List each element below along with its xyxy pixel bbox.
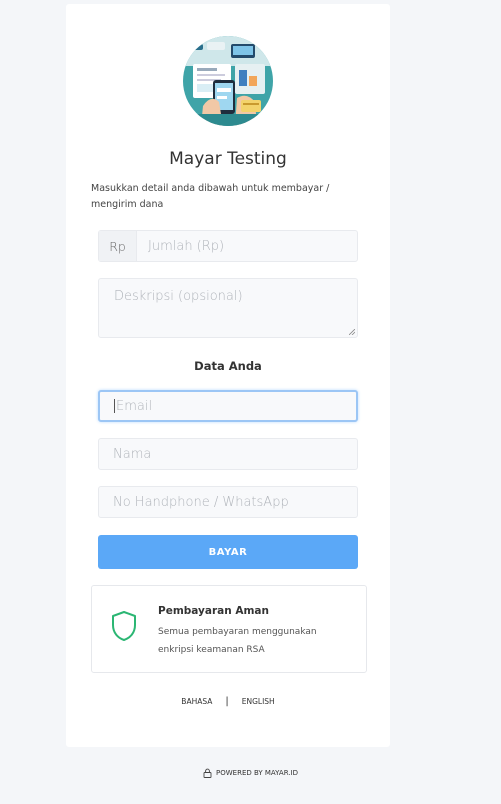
- shield-icon: [112, 611, 136, 641]
- resize-handle-icon[interactable]: [349, 329, 355, 335]
- description-textarea[interactable]: Deskripsi (opsional): [98, 278, 358, 338]
- text-cursor: [114, 399, 115, 413]
- language-option-english[interactable]: ENGLISH: [242, 697, 275, 706]
- email-placeholder: Email: [116, 398, 153, 414]
- phone-input[interactable]: No Handphone / WhatsApp: [98, 486, 358, 518]
- amount-placeholder: Jumlah (Rp): [148, 238, 225, 254]
- pay-button[interactable]: BAYAR: [98, 535, 358, 569]
- secure-text: Semua pembayaran menggunakan enkripsi ke…: [158, 627, 317, 655]
- secure-payment-info: Pembayaran Aman Semua pembayaran menggun…: [91, 585, 367, 673]
- phone-placeholder: No Handphone / WhatsApp: [113, 494, 289, 510]
- name-placeholder: Nama: [113, 446, 152, 462]
- lock-icon: [203, 768, 212, 778]
- language-separator: |: [225, 696, 229, 707]
- amount-input[interactable]: Rp Jumlah (Rp): [98, 230, 358, 262]
- email-input[interactable]: Email: [98, 390, 358, 422]
- currency-prefix: Rp: [99, 231, 137, 261]
- name-input[interactable]: Nama: [98, 438, 358, 470]
- merchant-description: Masukkan detail anda dibawah untuk memba…: [91, 183, 330, 210]
- payment-illustration-icon: [183, 36, 273, 126]
- merchant-title: Mayar Testing: [169, 149, 287, 169]
- secure-title: Pembayaran Aman: [158, 605, 269, 617]
- payment-card: Mayar Testing Masukkan detail anda dibaw…: [66, 4, 390, 747]
- powered-by-text: POWERED BY MAYAR.ID: [216, 769, 298, 777]
- powered-by-footer[interactable]: POWERED BY MAYAR.ID: [0, 768, 501, 778]
- description-placeholder: Deskripsi (opsional): [114, 289, 243, 304]
- language-option-bahasa[interactable]: BAHASA: [181, 697, 212, 706]
- customer-section-title: Data Anda: [194, 359, 262, 373]
- language-switcher: BAHASA | ENGLISH: [66, 696, 390, 707]
